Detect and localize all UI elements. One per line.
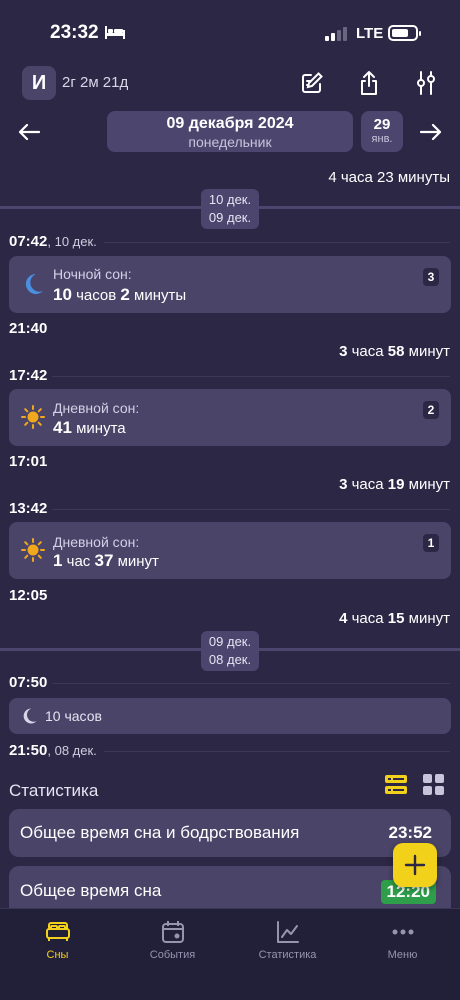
battery-icon — [388, 25, 421, 41]
separator — [52, 683, 450, 684]
grid-view-icon[interactable] — [422, 773, 446, 797]
current-date: 09 декабря 2024 — [166, 115, 294, 132]
stat-value: 23:52 — [388, 823, 432, 842]
prev-day-arrow-icon[interactable] — [14, 120, 44, 144]
card-duration: 1 час 37 минут — [53, 551, 159, 570]
night-sleep-card[interactable]: Ночной сон: 10 часов 2 минуты 3 — [9, 256, 451, 313]
calendar-icon — [161, 921, 184, 943]
separator — [104, 242, 450, 243]
separator — [104, 751, 450, 752]
moon-icon — [23, 708, 37, 724]
network-label: LTE — [356, 25, 384, 42]
card-duration: 41 минута — [53, 418, 126, 437]
next-date-button[interactable]: 29 янв. — [361, 111, 403, 152]
card-title: Дневной сон: — [53, 534, 140, 550]
tab-events[interactable]: События — [115, 909, 230, 979]
sleep-time: 17:01 — [9, 453, 48, 470]
separator — [52, 509, 450, 510]
list-view-icon[interactable] — [384, 773, 408, 797]
tab-label: Меню — [387, 949, 418, 961]
moon-icon — [25, 273, 43, 294]
wake-time: 13:42 — [9, 500, 48, 517]
next-date-day: 29 — [373, 116, 391, 133]
avatar[interactable]: И — [22, 66, 56, 100]
card-title: Ночной сон: — [53, 266, 132, 282]
day-sleep-card[interactable]: Дневной сон: 41 минута 2 — [9, 389, 451, 446]
bed-icon — [45, 922, 70, 941]
wake-time: 07:50 — [9, 674, 48, 691]
separator — [52, 376, 450, 377]
edit-note-icon[interactable] — [297, 68, 327, 98]
wake-time: 07:42, 10 дек. — [9, 233, 97, 250]
status-time: 23:32 — [50, 22, 99, 43]
plus-icon — [404, 854, 426, 876]
day-sleep-card[interactable]: Дневной сон: 1 час 37 минут 1 — [9, 522, 451, 579]
stats-title: Статистика — [9, 781, 99, 800]
sleep-count-badge: 1 — [423, 534, 439, 552]
sleep-time: 21:40 — [9, 320, 48, 337]
add-event-button[interactable] — [393, 843, 437, 887]
current-weekday: понедельник — [188, 134, 272, 150]
stat-label: Общее время сна и бодрствования — [20, 823, 300, 842]
tab-sleep[interactable]: Сны — [0, 909, 115, 979]
day-divider: 09 дек. 08 дек. — [201, 631, 259, 671]
stat-label: Общее время сна — [20, 881, 162, 900]
sun-icon — [21, 538, 45, 562]
stat-row[interactable]: Общее время сна и бодрствования 23:52 — [9, 809, 451, 857]
signal-icon — [325, 27, 347, 41]
bed-icon — [105, 26, 125, 39]
more-icon — [392, 929, 413, 935]
sleep-count-badge: 2 — [423, 401, 439, 419]
next-day-arrow-icon[interactable] — [416, 120, 446, 144]
chart-icon — [276, 921, 299, 943]
card-duration: 10 часов — [45, 708, 102, 724]
awake-duration: 3 часа 19 минут — [339, 476, 450, 493]
awake-duration: 4 часа 23 минуты — [328, 169, 450, 186]
night-sleep-compact-card[interactable]: 10 часов — [9, 698, 451, 734]
stat-row[interactable]: Общее время сна 12:20 — [9, 866, 451, 908]
sun-icon — [21, 405, 45, 429]
child-age: 2г 2м 21д — [62, 74, 129, 91]
tab-label: Сны — [46, 949, 69, 961]
wake-time: 17:42 — [9, 367, 48, 384]
filter-settings-icon[interactable] — [411, 68, 441, 98]
awake-duration: 3 часа 58 минут — [339, 343, 450, 360]
card-duration: 10 часов 2 минуты — [53, 285, 187, 304]
tab-menu[interactable]: Меню — [345, 909, 460, 979]
day-divider: 10 дек. 09 дек. — [201, 189, 259, 229]
awake-duration: 4 часа 15 минут — [339, 610, 450, 627]
tab-statistics[interactable]: Статистика — [230, 909, 345, 979]
sleep-count-badge: 3 — [423, 268, 439, 286]
card-title: Дневной сон: — [53, 400, 140, 416]
sleep-time: 12:05 — [9, 587, 48, 604]
sleep-time: 21:50, 08 дек. — [9, 742, 97, 759]
tab-label: Статистика — [258, 949, 317, 961]
share-icon[interactable] — [354, 68, 384, 98]
tab-label: События — [149, 949, 196, 961]
next-date-month: янв. — [371, 133, 393, 145]
tab-bar: Сны События Статистика Меню — [0, 908, 460, 1000]
current-date-button[interactable]: 09 декабря 2024 понедельник — [107, 111, 353, 152]
